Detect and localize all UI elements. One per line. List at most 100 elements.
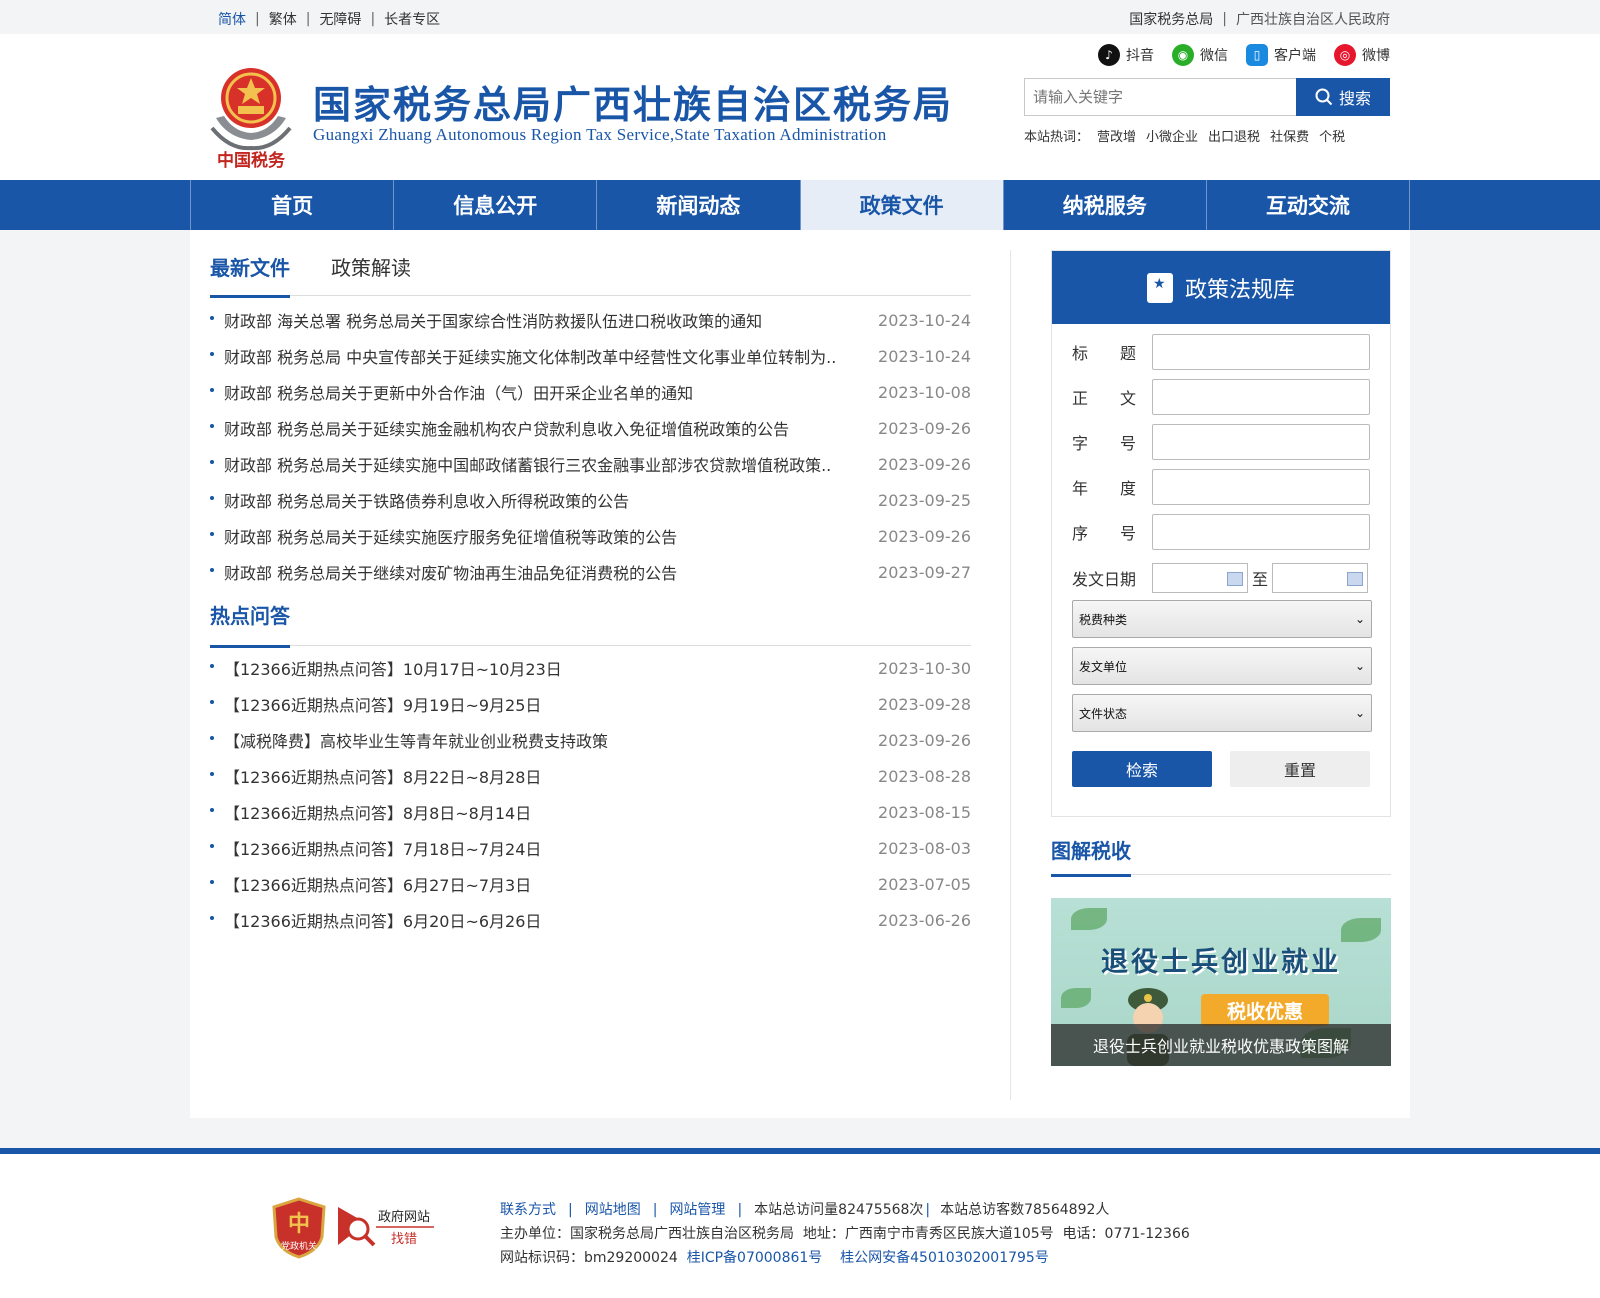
qa-row[interactable]: 【12366近期热点问答】8月8日~8月14日 2023-08-15 (210, 794, 971, 830)
title-input[interactable] (1152, 334, 1370, 370)
row-title[interactable]: 财政部 税务总局 中央宣传部关于延续实施文化体制改革中经营性文化事业单位转制为.… (210, 344, 836, 368)
hot-word[interactable]: 出口退税 (1208, 126, 1260, 145)
police-record-link[interactable]: 桂公网安备45010302001795号 (840, 1250, 1049, 1266)
douyin-link[interactable]: ♪ 抖音 (1098, 44, 1154, 66)
row-title[interactable]: 财政部 税务总局关于延续实施医疗服务免征增值税等政策的公告 (210, 524, 677, 548)
icp-link[interactable]: 桂ICP备07000861号 (687, 1250, 823, 1266)
search-input[interactable] (1024, 78, 1296, 116)
row-date: 2023-10-24 (878, 346, 971, 366)
gx-gov-link[interactable]: 广西壮族自治区人民政府 (1236, 9, 1390, 29)
gov-site-error-report-logo[interactable]: 政府网站 找错 (336, 1199, 436, 1253)
elderly-link[interactable]: 长者专区 (384, 9, 440, 29)
footer-info: 联系方式 | 网站地图 | 网站管理 | 本站总访问量82475568次 | 本站总访客数785… (500, 1198, 1190, 1270)
row-title[interactable]: 财政部 海关总署 税务总局关于国家综合性消防救援队伍进口税收政策的通知 (210, 308, 762, 332)
row-title[interactable]: 【12366近期热点问答】6月27日~7月3日 (210, 872, 531, 896)
qa-row[interactable]: 【12366近期热点问答】8月22日~8月28日 2023-08-28 (210, 758, 971, 794)
column-divider (1010, 250, 1011, 1100)
date-from-input[interactable] (1152, 563, 1248, 593)
chevron-down-icon: ⌄ (1354, 706, 1365, 720)
field-doc-number-row: 字号 (1072, 424, 1372, 460)
nav-info-disclosure[interactable]: 信息公开 (394, 180, 598, 230)
tab-latest-files[interactable]: 最新文件 (210, 252, 290, 298)
wechat-label: 微信 (1200, 48, 1228, 64)
simplified-link[interactable]: 简体 (218, 9, 246, 29)
badge1-text: 党政机关 (281, 1240, 317, 1252)
search-icon (1315, 88, 1333, 106)
policy-library-header: 政策法规库 (1052, 251, 1390, 324)
row-title[interactable]: 【12366近期热点问答】9月19日~9月25日 (210, 692, 541, 716)
row-title[interactable]: 【12366近期热点问答】8月8日~8月14日 (210, 800, 531, 824)
nav-home[interactable]: 首页 (191, 180, 395, 230)
field-date-row: 发文日期 至 (1072, 560, 1372, 596)
body-input[interactable] (1152, 379, 1370, 415)
party-gov-badge[interactable]: 中 党政机关 (272, 1197, 326, 1259)
nav-policy-documents[interactable]: 政策文件 (800, 180, 1004, 230)
tab-policy-interpretation[interactable]: 政策解读 (331, 252, 411, 296)
row-title[interactable]: 财政部 税务总局关于继续对废矿物油再生油品免征消费税的公告 (210, 560, 677, 584)
field-title-row: 标题 (1072, 334, 1372, 370)
weibo-icon: ◎ (1334, 44, 1356, 66)
separator: | (568, 1202, 573, 1218)
banner-caption: 退役士兵创业就业税收优惠政策图解 (1051, 1024, 1391, 1066)
row-title[interactable]: 财政部 税务总局关于铁路债券利息收入所得税政策的公告 (210, 488, 629, 512)
row-title[interactable]: 【12366近期热点问答】8月22日~8月28日 (210, 764, 541, 788)
nav-tax-service[interactable]: 纳税服务 (1004, 180, 1207, 230)
file-row[interactable]: 财政部 税务总局关于更新中外合作油（气）田开采企业名单的通知 2023-10-08 (210, 374, 971, 410)
qa-row[interactable]: 【12366近期热点问答】10月17日~10月23日 2023-10-30 (210, 650, 971, 686)
file-row[interactable]: 财政部 税务总局关于延续实施金融机构农户贷款利息收入免征增值税政策的公告 2023… (210, 410, 971, 446)
search-policy-button[interactable]: 检索 (1072, 751, 1212, 787)
file-row[interactable]: 财政部 税务总局 中央宣传部关于延续实施文化体制改革中经营性文化事业单位转制为.… (210, 338, 971, 374)
nav-interaction[interactable]: 互动交流 (1207, 180, 1411, 230)
file-row[interactable]: 财政部 税务总局关于延续实施中国邮政储蓄银行三农金融事业部涉农贷款增值税政策..… (210, 446, 971, 482)
sitemap-link[interactable]: 网站地图 (585, 1202, 641, 1218)
illustrated-title: 图解税收 (1051, 835, 1131, 877)
row-title[interactable]: 【减税降费】高校毕业生等青年就业创业税费支持政策 (210, 728, 608, 752)
hot-word[interactable]: 小微企业 (1146, 126, 1198, 145)
hot-word[interactable]: 营改增 (1097, 126, 1136, 145)
qa-row[interactable]: 【12366近期热点问答】6月20日~6月26日 2023-06-26 (210, 902, 971, 938)
tax-type-select[interactable]: 税费种类 ⌄ (1072, 600, 1372, 638)
tax-emblem-logo[interactable]: 中国税务 (208, 58, 294, 172)
site-id: 网站标识码：bm29200024 (500, 1250, 678, 1266)
hot-word[interactable]: 社保费 (1270, 126, 1309, 145)
doc-number-input[interactable] (1152, 424, 1370, 460)
banner-title: 退役士兵创业就业 (1101, 947, 1341, 978)
site-admin-link[interactable]: 网站管理 (669, 1202, 725, 1218)
search-button[interactable]: 搜索 (1296, 78, 1390, 116)
qa-row[interactable]: 【12366近期热点问答】9月19日~9月25日 2023-09-28 (210, 686, 971, 722)
file-row[interactable]: 财政部 税务总局关于铁路债券利息收入所得税政策的公告 2023-09-25 (210, 482, 971, 518)
hot-word[interactable]: 个税 (1319, 126, 1345, 145)
file-row[interactable]: 财政部 税务总局关于延续实施医疗服务免征增值税等政策的公告 2023-09-26 (210, 518, 971, 554)
row-title[interactable]: 财政部 税务总局关于延续实施中国邮政储蓄银行三农金融事业部涉农贷款增值税政策.. (210, 452, 831, 476)
file-row[interactable]: 财政部 海关总署 税务总局关于国家综合性消防救援队伍进口税收政策的通知 2023-… (210, 302, 971, 338)
file-row[interactable]: 财政部 税务总局关于继续对废矿物油再生油品免征消费税的公告 2023-09-27 (210, 554, 971, 590)
separator: | (652, 1202, 658, 1218)
row-title[interactable]: 【12366近期热点问答】7月18日~7月24日 (210, 836, 541, 860)
reset-button[interactable]: 重置 (1230, 751, 1370, 787)
row-title[interactable]: 财政部 税务总局关于延续实施金融机构农户贷款利息收入免征增值税政策的公告 (210, 416, 789, 440)
nav-news[interactable]: 新闻动态 (597, 180, 801, 230)
qa-row[interactable]: 【12366近期热点问答】6月27日~7月3日 2023-07-05 (210, 866, 971, 902)
date-to-input[interactable] (1272, 563, 1369, 593)
year-input[interactable] (1152, 469, 1370, 505)
qa-row[interactable]: 【12366近期热点问答】7月18日~7月24日 2023-08-03 (210, 830, 971, 866)
issuer-select[interactable]: 发文单位 ⌄ (1072, 647, 1372, 685)
site-title[interactable]: 国家税务总局广西壮族自治区税务局 (313, 74, 953, 129)
hot-words: 本站热词： 营改增 小微企业 出口退税 社保费 个税 (1024, 126, 1345, 145)
contact-link[interactable]: 联系方式 (500, 1202, 556, 1218)
status-select[interactable]: 文件状态 ⌄ (1072, 694, 1372, 732)
row-title[interactable]: 【12366近期热点问答】6月20日~6月26日 (210, 908, 541, 932)
app-link[interactable]: ▯ 客户端 (1246, 44, 1316, 66)
traditional-link[interactable]: 繁体 (269, 9, 297, 29)
douyin-label: 抖音 (1126, 48, 1154, 64)
accessibility-link[interactable]: 无障碍 (319, 9, 361, 29)
wechat-link[interactable]: ◉ 微信 (1172, 44, 1228, 66)
illustrated-banner[interactable]: 退役士兵创业就业 税收优惠 退役士兵创业就业税收优惠政策图解 (1051, 898, 1391, 1066)
qa-row[interactable]: 【减税降费】高校毕业生等青年就业创业税费支持政策 2023-09-26 (210, 722, 971, 758)
row-title[interactable]: 【12366近期热点问答】10月17日~10月23日 (210, 656, 562, 680)
weibo-link[interactable]: ◎ 微博 (1334, 44, 1390, 66)
sta-link[interactable]: 国家税务总局 (1129, 9, 1213, 29)
serial-input[interactable] (1152, 514, 1370, 550)
row-title[interactable]: 财政部 税务总局关于更新中外合作油（气）田开采企业名单的通知 (210, 380, 693, 404)
select-value: 发文单位 (1079, 659, 1128, 674)
